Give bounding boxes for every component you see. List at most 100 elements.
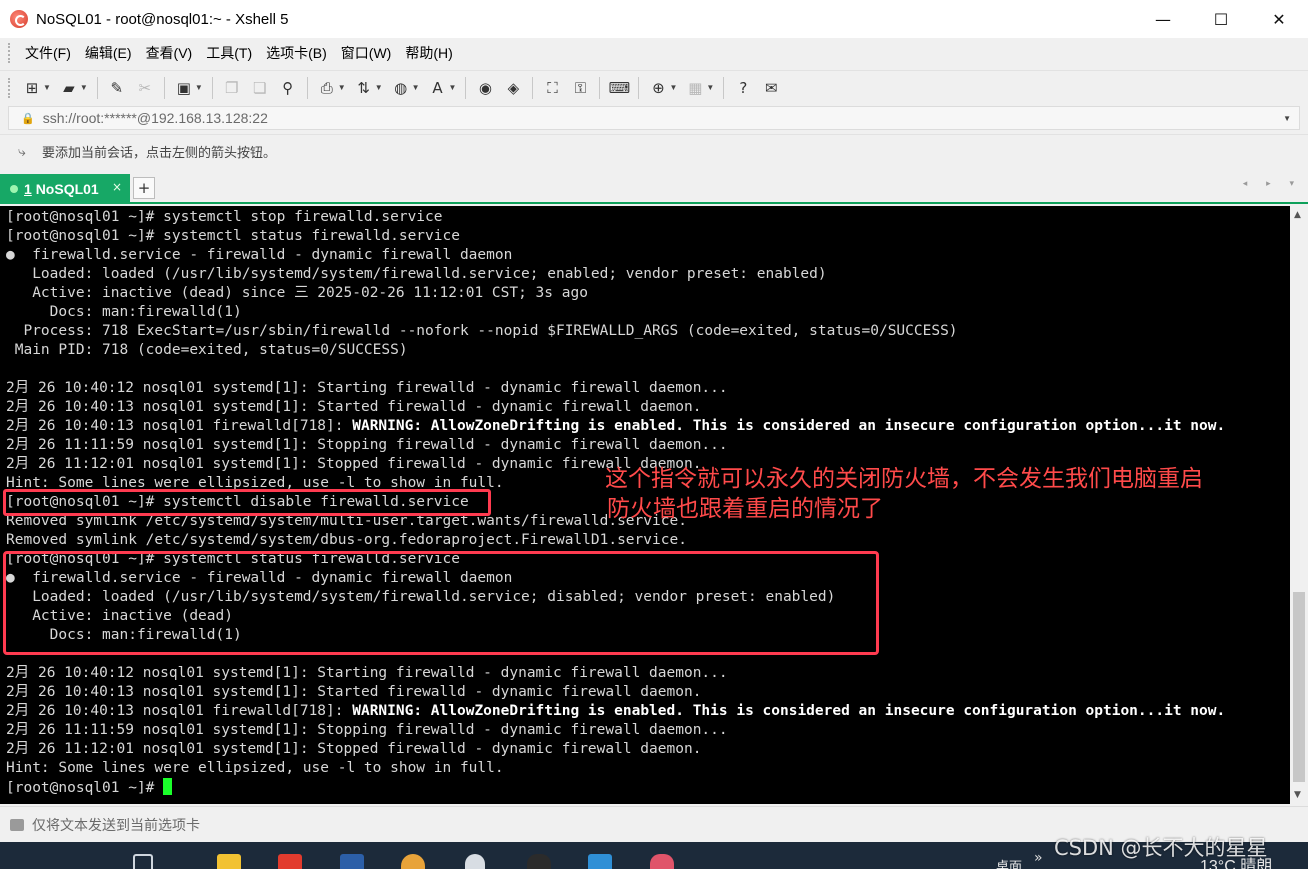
- xshell-logo-icon: [10, 10, 28, 28]
- terminal-line: [root@nosql01 ~]# systemctl status firew…: [6, 228, 460, 244]
- toolbar-grip: [8, 77, 12, 98]
- qq-icon[interactable]: [527, 854, 551, 869]
- menu-view[interactable]: 查看(V): [139, 43, 200, 63]
- wps-icon[interactable]: [278, 854, 302, 869]
- add-session-arrow-icon[interactable]: ⤷: [18, 144, 34, 160]
- terminal-line: 2月 26 10:40:12 nosql01 systemd[1]: Start…: [6, 380, 728, 396]
- tab-close-icon[interactable]: ×: [112, 180, 122, 194]
- toolbar-separator: [211, 76, 213, 99]
- tab-label: 1 NoSQL01: [24, 181, 99, 197]
- help-icon[interactable]: ?: [732, 77, 754, 99]
- reconnect-icon[interactable]: ✎: [106, 77, 128, 99]
- transfer-dropdown[interactable]: ▼: [375, 83, 383, 92]
- terminal-line: 2月 26 10:40:13 nosql01 firewalld[718]: W…: [6, 418, 1226, 434]
- globe-icon[interactable]: ◍: [390, 77, 412, 99]
- menu-window[interactable]: 窗口(W): [334, 43, 399, 63]
- tray-chevron-icon[interactable]: »: [1034, 850, 1043, 866]
- open-folder-icon[interactable]: ▰: [58, 77, 80, 99]
- taskview-icon[interactable]: [133, 854, 153, 869]
- toolbar-separator: [306, 76, 308, 99]
- send-text-icon[interactable]: [10, 818, 24, 831]
- properties-dropdown[interactable]: ▼: [195, 83, 203, 92]
- open-dropdown[interactable]: ▼: [80, 83, 88, 92]
- font-icon[interactable]: A: [427, 77, 449, 99]
- menu-help[interactable]: 帮助(H): [398, 43, 459, 63]
- title-bar: NoSQL01 - root@nosql01:~ - Xshell 5 — ☐ …: [0, 0, 1308, 38]
- xshell-taskbar-icon[interactable]: [650, 854, 674, 869]
- keyboard-icon[interactable]: ⌨: [608, 77, 631, 99]
- menu-bar: 文件(F) 编辑(E) 查看(V) 工具(T) 选项卡(B) 窗口(W) 帮助(…: [0, 38, 1308, 68]
- menu-tabs[interactable]: 选项卡(B): [259, 43, 334, 63]
- menu-edit[interactable]: 编辑(E): [78, 43, 139, 63]
- terminal-line: 2月 26 11:11:59 nosql01 systemd[1]: Stopp…: [6, 437, 728, 453]
- menu-tools[interactable]: 工具(T): [199, 43, 259, 63]
- font-dropdown[interactable]: ▼: [449, 83, 457, 92]
- transfer-icon[interactable]: ⇅: [353, 77, 375, 99]
- terminal-line: 2月 26 10:40:13 nosql01 firewalld[718]: W…: [6, 703, 1226, 719]
- lock-icon[interactable]: ⚿: [569, 77, 591, 99]
- address-text[interactable]: ssh://root:******@192.168.13.128:22: [43, 110, 268, 126]
- terminal-line: 2月 26 11:12:01 nosql01 systemd[1]: Stopp…: [6, 741, 702, 757]
- annotation-note: 这个指令就可以永久的关闭防火墙，不会发生我们电脑重启 防火墙也跟着重启的情况了: [605, 464, 1203, 524]
- properties-icon[interactable]: ▣: [173, 77, 195, 99]
- add-icon[interactable]: ⊕: [647, 77, 669, 99]
- print-dropdown[interactable]: ▼: [338, 83, 346, 92]
- paste-icon[interactable]: ❏: [249, 77, 271, 99]
- xagent-icon[interactable]: ◈: [502, 77, 524, 99]
- maximize-button[interactable]: ☐: [1192, 0, 1250, 38]
- print-icon[interactable]: ⎙: [316, 77, 338, 99]
- scroll-down-icon[interactable]: ▼: [1294, 790, 1301, 800]
- terminal-line: 2月 26 10:40:12 nosql01 systemd[1]: Start…: [6, 665, 728, 681]
- minimize-button[interactable]: —: [1134, 0, 1192, 38]
- toolbar-separator: [465, 76, 467, 99]
- terminal-line: Loaded: loaded (/usr/lib/systemd/system/…: [6, 266, 827, 282]
- new-session-dropdown[interactable]: ▼: [43, 83, 51, 92]
- toolbar-separator: [163, 76, 165, 99]
- add-dropdown[interactable]: ▼: [669, 83, 677, 92]
- annotation-line-1: 这个指令就可以永久的关闭防火墙，不会发生我们电脑重启: [605, 466, 1203, 492]
- toolbar-separator: [723, 76, 725, 99]
- layout-dropdown[interactable]: ▼: [706, 83, 714, 92]
- highlight-box-status-output: [3, 551, 879, 655]
- settings-icon[interactable]: [465, 854, 485, 869]
- terminal-line: 2月 26 11:11:59 nosql01 systemd[1]: Stopp…: [6, 722, 728, 738]
- menu-grip: [8, 43, 12, 63]
- copy-icon[interactable]: ❐: [221, 77, 243, 99]
- send-text-label: 仅将文本发送到当前选项卡: [32, 816, 200, 833]
- layout-icon[interactable]: ▦: [684, 77, 706, 99]
- terminal-line: ● firewalld.service - firewalld - dynami…: [6, 247, 513, 263]
- vmware-icon[interactable]: [588, 854, 612, 869]
- file-explorer-icon[interactable]: [217, 854, 241, 869]
- menu-file[interactable]: 文件(F): [18, 43, 78, 63]
- globe-dropdown[interactable]: ▼: [412, 83, 420, 92]
- disconnect-icon[interactable]: ✂: [134, 77, 156, 99]
- terminal-line: 2月 26 10:40:13 nosql01 systemd[1]: Start…: [6, 684, 702, 700]
- connected-status-icon: [10, 185, 18, 193]
- fullscreen-icon[interactable]: ⛶: [541, 77, 563, 99]
- tab-nosql01[interactable]: 1 NoSQL01 ×: [0, 174, 130, 204]
- tab-nav-arrows[interactable]: ◂ ▸ ▾: [1243, 179, 1302, 189]
- toolbar-separator: [599, 76, 601, 99]
- desktop-toolbar-label[interactable]: 桌面: [996, 856, 1022, 869]
- scroll-thumb[interactable]: [1293, 592, 1305, 782]
- chrome-icon[interactable]: [401, 854, 425, 869]
- chat-icon[interactable]: ✉: [760, 77, 782, 99]
- terminal-line: Process: 718 ExecStart=/usr/sbin/firewal…: [6, 323, 958, 339]
- csdn-watermark: CSDN @长不大的星星: [1054, 836, 1268, 860]
- window-title: NoSQL01 - root@nosql01:~ - Xshell 5: [36, 10, 289, 28]
- close-button[interactable]: ✕: [1250, 0, 1308, 38]
- scroll-up-icon[interactable]: ▲: [1294, 210, 1301, 220]
- new-session-icon[interactable]: ⊞: [21, 77, 43, 99]
- find-icon[interactable]: ⚲: [277, 77, 299, 99]
- address-dropdown-icon[interactable]: ▼: [1283, 114, 1291, 123]
- app-icon[interactable]: [340, 854, 364, 869]
- address-bar[interactable]: 🔒 ssh://root:******@192.168.13.128:22 ▼: [8, 106, 1300, 130]
- xftp-icon[interactable]: ◉: [474, 77, 496, 99]
- terminal-line: Active: inactive (dead) since 三 2025-02-…: [6, 285, 588, 301]
- terminal-line: Hint: Some lines were ellipsized, use -l…: [6, 760, 504, 776]
- new-tab-button[interactable]: +: [133, 177, 155, 199]
- terminal-scrollbar[interactable]: ▲ ▼: [1290, 206, 1308, 804]
- toolbar-separator: [638, 76, 640, 99]
- terminal-prompt-line[interactable]: [root@nosql01 ~]#: [6, 778, 1225, 797]
